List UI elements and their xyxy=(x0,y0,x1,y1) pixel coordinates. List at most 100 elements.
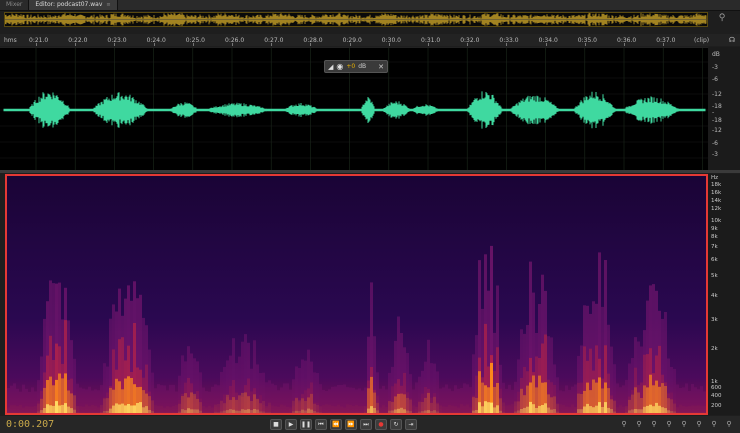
ruler-tick-label: 0:30.0 xyxy=(381,37,401,44)
db-scale-label: -3 xyxy=(712,64,718,71)
zoom-out-time-icon[interactable]: ⚲ xyxy=(663,419,675,430)
db-scale-label: -18 xyxy=(712,117,722,124)
ruler-tick-label: 0:31.0 xyxy=(421,37,441,44)
ruler-tick-label: 0:27.0 xyxy=(264,37,284,44)
spectrogram-graphic xyxy=(7,176,706,413)
db-scale-label: -12 xyxy=(712,91,722,98)
ruler-tick xyxy=(271,43,273,46)
tab-editor-label: Editor: podcast07.wav xyxy=(35,1,103,8)
hz-scale-label: 2k xyxy=(711,346,718,352)
skip-selection-button[interactable]: ⇥ xyxy=(405,419,417,430)
hz-scale-label: 600 xyxy=(711,385,722,391)
ruler-unit-label: hms xyxy=(4,37,17,44)
ruler-tick-label: 0:23.0 xyxy=(107,37,127,44)
tab-editor[interactable]: Editor: podcast07.wav ≡ xyxy=(29,0,118,10)
ruler-tick xyxy=(506,43,508,46)
tab-menu-icon[interactable]: ≡ xyxy=(106,0,110,10)
hz-scale-label: 9k xyxy=(711,226,718,232)
ruler-tick-label: 0:36.0 xyxy=(617,37,637,44)
volume-icon: ◢ xyxy=(328,62,334,71)
hz-scale-label: 16k xyxy=(711,190,722,196)
ruler-tick xyxy=(663,43,665,46)
loop-button[interactable]: ↻ xyxy=(390,419,402,430)
zoom-in-time-icon[interactable]: ⚲ xyxy=(648,419,660,430)
ruler-tick-label: 0:34.0 xyxy=(538,37,558,44)
hz-scale-label: 200 xyxy=(711,403,722,409)
ruler-tick xyxy=(545,43,547,46)
hud-db-value[interactable]: +0 xyxy=(346,63,355,70)
zoom-in-amplitude-icon[interactable]: ⚲ xyxy=(618,419,630,430)
ruler-tick xyxy=(428,43,429,46)
ruler-tick xyxy=(467,43,469,46)
ruler-tick-label: 0:37.0 xyxy=(656,37,676,44)
zoom-out-amplitude-icon[interactable]: ⚲ xyxy=(633,419,645,430)
hz-scale-label: 7k xyxy=(711,244,718,250)
ruler-tick-label: 0:22.0 xyxy=(68,37,88,44)
ruler-tick xyxy=(232,43,233,46)
fast-forward-button[interactable]: ⏩ xyxy=(345,419,357,430)
ruler-tick-label: 0:26.0 xyxy=(225,37,245,44)
volume-knob-icon[interactable]: ◉ xyxy=(336,62,343,71)
db-scale-label: -3 xyxy=(712,151,718,158)
play-button[interactable]: ▶ xyxy=(285,419,297,430)
time-ruler[interactable]: hms (clip) 0:21.0 0:22.0 0:23.0 0:24.0 0:25.… xyxy=(0,34,740,46)
zoom-in-selection-icon[interactable]: ⚲ xyxy=(693,419,705,430)
tab-mixer-label: Mixer xyxy=(6,1,23,8)
ruler-tick-label: 0:28.0 xyxy=(303,37,323,44)
ruler-tick-label: 0:35.0 xyxy=(577,37,597,44)
ruler-tick xyxy=(349,43,351,46)
ruler-tick xyxy=(75,43,77,46)
rewind-button[interactable]: ⏪ xyxy=(330,419,342,430)
ruler-tick xyxy=(192,43,194,46)
db-scale: dB -3 -6 -12 -18- -18 -12 -6 -3 xyxy=(708,47,740,170)
ruler-end-label: (clip) xyxy=(694,37,710,44)
hz-scale-label: Hz xyxy=(711,175,719,181)
ruler-tick-label: 0:25.0 xyxy=(185,37,205,44)
hz-scale-label: 10k xyxy=(711,218,722,224)
hz-scale-label: 5k xyxy=(711,273,718,279)
db-scale-label: dB xyxy=(712,51,720,58)
hz-scale-label: 12k xyxy=(711,206,722,212)
pin-icon[interactable]: ✕ xyxy=(378,63,384,71)
hz-scale-label: 3k xyxy=(711,317,718,323)
ruler-tick xyxy=(310,43,312,46)
hz-scale-label: 6k xyxy=(711,257,718,263)
time-display: 0:00.207 xyxy=(6,419,55,430)
ruler-tick-label: 0:33.0 xyxy=(499,37,519,44)
hz-scale-label: 400 xyxy=(711,393,722,399)
zoom-overview-icon[interactable]: ⚲ xyxy=(714,13,730,27)
go-start-button[interactable]: ⏮ xyxy=(315,419,327,430)
ruler-tick xyxy=(36,43,37,46)
ruler-tick xyxy=(584,43,586,46)
tab-bar: Mixer Editor: podcast07.wav ≡ xyxy=(0,0,740,11)
db-scale-label: - xyxy=(712,109,715,116)
hz-scale-label: 8k xyxy=(711,234,718,240)
ruler-tick xyxy=(624,43,625,46)
record-button[interactable]: ● xyxy=(375,419,387,430)
headphones-icon[interactable]: ☊ xyxy=(726,34,738,46)
ruler-tick-label: 0:21.0 xyxy=(29,37,49,44)
ruler-tick-label: 0:32.0 xyxy=(460,37,480,44)
go-end-button[interactable]: ⏭ xyxy=(360,419,372,430)
frequency-scale: Hz 18k 16k 14k 12k 10k 9k 8k 7k 6k 5k 4k 3k 2k 1k 600 40… xyxy=(708,174,740,415)
ruler-tick-label: 0:29.0 xyxy=(342,37,362,44)
overview-waveform-graphic xyxy=(5,13,707,26)
spectral-frequency-display[interactable] xyxy=(5,174,708,415)
zoom-to-right-icon[interactable]: ⚲ xyxy=(723,419,735,430)
ruler-tick-label: 0:24.0 xyxy=(146,37,166,44)
volume-hud[interactable]: ◢ ◉ +0 dB ✕ xyxy=(324,60,388,73)
hz-scale-label: 4k xyxy=(711,293,718,299)
ruler-tick xyxy=(114,43,116,46)
tab-mixer[interactable]: Mixer xyxy=(0,0,30,10)
zoom-out-full-icon[interactable]: ⚲ xyxy=(678,419,690,430)
hz-scale-label: 14k xyxy=(711,198,722,204)
ruler-tick xyxy=(388,43,390,46)
stop-button[interactable]: ■ xyxy=(270,419,282,430)
hz-scale-label: 18k xyxy=(711,182,722,188)
ruler-tick xyxy=(153,43,155,46)
zoom-to-left-icon[interactable]: ⚲ xyxy=(708,419,720,430)
panel-divider[interactable] xyxy=(0,170,740,173)
pause-button[interactable]: ❚❚ xyxy=(300,419,312,430)
overview-waveform[interactable] xyxy=(4,12,708,27)
db-scale-label: -6 xyxy=(712,140,718,147)
